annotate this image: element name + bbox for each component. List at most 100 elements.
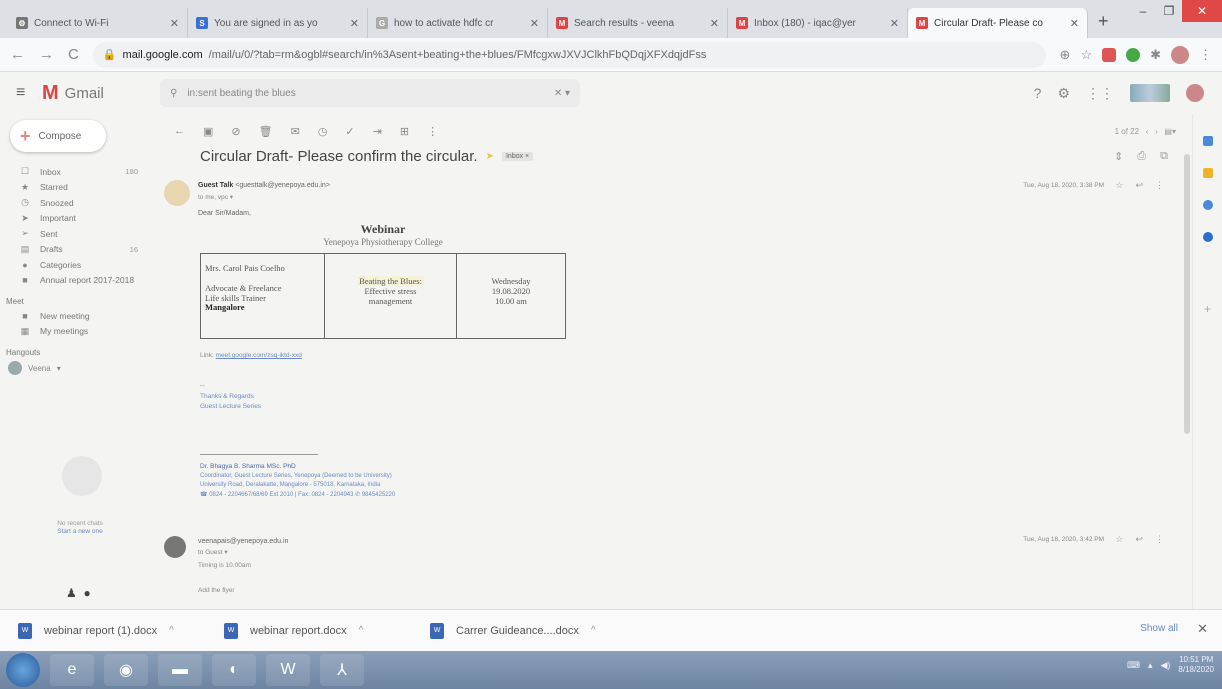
extension-green-icon[interactable] [1126, 47, 1141, 62]
compose-button[interactable]: + Compose [10, 120, 106, 152]
support-icon[interactable]: ? [1034, 85, 1042, 101]
print-icon[interactable]: ⎙ [1137, 150, 1146, 163]
new-tab-button[interactable]: + [1088, 11, 1119, 38]
new-window-icon[interactable]: ⧉ [1160, 150, 1168, 163]
network-icon[interactable]: ▴ [1148, 660, 1153, 671]
close-icon[interactable]: ✕ [890, 17, 899, 30]
person-icon[interactable]: ♟ [66, 586, 77, 600]
clear-search-icon[interactable]: ✕ ▾ [554, 88, 570, 99]
tab-search-results[interactable]: M Search results - veena ✕ [548, 8, 728, 38]
chevron-down-icon[interactable]: ▾ [57, 364, 61, 373]
add-addon-icon[interactable]: + [1193, 302, 1222, 316]
chat-bubble-icon[interactable]: ● [83, 586, 90, 600]
account-avatar[interactable] [1186, 84, 1204, 102]
close-icon[interactable]: ✕ [1070, 17, 1079, 30]
sidebar-item-drafts[interactable]: ▤ Drafts 16 [0, 242, 160, 258]
file-explorer-icon[interactable]: ▬ [158, 654, 202, 686]
expand-all-icon[interactable]: ⇕ [1114, 150, 1123, 163]
minimize-button[interactable]: – [1130, 0, 1156, 22]
sidebar-item-categories[interactable]: ● Categories [0, 257, 160, 273]
search-icon[interactable]: ⚲ [170, 88, 177, 99]
start-button[interactable] [6, 653, 40, 687]
tab-connect-wifi[interactable]: ⚙ Connect to Wi-Fi ✕ [8, 8, 188, 38]
download-item[interactable]: W webinar report.docx ^ [224, 622, 430, 639]
my-meetings-button[interactable]: ▦ My meetings [0, 324, 160, 340]
more-vert-icon[interactable]: ⋮ [1155, 534, 1164, 545]
tab-signed-in[interactable]: S You are signed in as yo ✕ [188, 8, 368, 38]
acrobat-icon[interactable]: ⅄ [320, 654, 364, 686]
important-marker-icon[interactable]: ➤ [486, 151, 494, 162]
more-vert-icon[interactable]: ⋮ [1155, 180, 1164, 191]
settings-gear-icon[interactable]: ⚙ [1057, 85, 1070, 102]
window-close-button[interactable]: ✕ [1182, 0, 1222, 22]
close-downloads-icon[interactable]: ✕ [1197, 621, 1208, 637]
chevron-up-icon[interactable]: ^ [359, 625, 364, 636]
chevron-up-icon[interactable]: ^ [169, 625, 174, 636]
close-icon[interactable]: ✕ [710, 17, 719, 30]
url-input[interactable]: 🔒 mail.google.com/mail/u/0/?tab=rm&ogbl#… [92, 41, 1046, 68]
star-icon[interactable]: ☆ [1115, 180, 1123, 191]
gmail-logo[interactable]: M Gmail [42, 82, 104, 105]
clock[interactable]: 10:51 PM 8/18/2020 [1178, 655, 1214, 676]
puzzle-icon[interactable]: ✱ [1150, 47, 1161, 63]
sidebar-item-snoozed[interactable]: ◷ Snoozed [0, 195, 160, 211]
recipient-line[interactable]: to Guest ▾ [198, 548, 228, 556]
label-icon[interactable]: ⊞ [400, 125, 409, 138]
next-icon[interactable]: › [1155, 127, 1158, 136]
maximize-button[interactable]: ❐ [1156, 0, 1182, 22]
sidebar-item-annual-report[interactable]: ■ Annual report 2017-2018 [0, 273, 160, 289]
delete-icon[interactable]: 🗑 [259, 125, 273, 138]
download-item[interactable]: W Carrer Guideance....docx ^ [430, 622, 636, 639]
meeting-link[interactable]: meet.google.com/zsq-iktd-xxd [216, 352, 302, 359]
menu-kebab-icon[interactable]: ⋮ [1199, 47, 1212, 63]
zoom-icon[interactable]: ⊕ [1060, 47, 1071, 63]
reply-icon[interactable]: ↩ [1135, 534, 1143, 545]
prev-icon[interactable]: ‹ [1146, 127, 1149, 136]
start-new-chat-link[interactable]: Start a new one [40, 528, 120, 536]
word-icon[interactable]: W [266, 654, 310, 686]
sidebar-item-important[interactable]: ➤ Important [0, 211, 160, 227]
keep-icon[interactable] [1202, 168, 1213, 178]
sidebar-item-starred[interactable]: ★ Starred [0, 180, 160, 196]
snooze-icon[interactable]: ◷ [318, 125, 328, 138]
profile-avatar[interactable] [1171, 45, 1189, 64]
search-input[interactable]: ⚲ in:sent beating the blues ✕ ▾ [160, 79, 580, 107]
apps-grid-icon[interactable]: ⋮⋮ [1086, 85, 1114, 102]
tasks-icon[interactable] [1202, 200, 1213, 210]
star-icon[interactable]: ☆ [1115, 534, 1123, 545]
close-icon[interactable]: ✕ [350, 17, 359, 30]
sender-line[interactable]: Guest Talk <guesttalk@yenepoya.edu.in> [198, 182, 330, 189]
move-to-icon[interactable]: ⇥ [373, 125, 382, 138]
close-icon[interactable]: ✕ [530, 17, 539, 30]
chrome-icon[interactable]: ◉ [104, 654, 148, 686]
sidebar-item-sent[interactable]: ➢ Sent [0, 226, 160, 242]
contacts-icon[interactable] [1202, 232, 1213, 242]
back-to-search-icon[interactable]: ← [174, 125, 185, 137]
reload-icon[interactable]: C [68, 46, 79, 63]
archive-icon[interactable]: ▣ [203, 125, 213, 138]
ie-icon[interactable]: e [50, 654, 94, 686]
message-scrollbar[interactable] [1184, 154, 1190, 434]
tab-google-search[interactable]: G how to activate hdfc cr ✕ [368, 8, 548, 38]
main-menu-icon[interactable]: ≡ [16, 84, 30, 102]
calendar-icon[interactable] [1202, 136, 1213, 146]
show-all-downloads-button[interactable]: Show all [1140, 623, 1178, 634]
message-item[interactable]: veenapais@yenepoya.edu.in to Guest ▾ Tue… [164, 532, 1174, 602]
sidebar-item-inbox[interactable]: ☐ Inbox 180 [0, 164, 160, 180]
inbox-label-chip[interactable]: Inbox × [501, 152, 534, 161]
back-icon[interactable]: ← [10, 46, 25, 63]
close-icon[interactable]: ✕ [170, 17, 179, 30]
firefox-icon[interactable]: ◐ [212, 654, 256, 686]
extension-red-icon[interactable] [1102, 47, 1117, 62]
mark-unread-icon[interactable]: ✉ [291, 125, 300, 138]
reply-icon[interactable]: ↩ [1135, 180, 1143, 191]
volume-icon[interactable]: ◀) [1160, 660, 1170, 671]
tab-inbox[interactable]: M Inbox (180) - iqac@yer ✕ [728, 8, 908, 38]
forward-icon[interactable]: → [39, 46, 54, 63]
hangout-user[interactable]: Veena ▾ [0, 361, 160, 375]
chevron-up-icon[interactable]: ^ [591, 625, 596, 636]
keyboard-icon[interactable]: ⌨ [1127, 660, 1140, 671]
star-icon[interactable]: ☆ [1080, 47, 1092, 63]
recipient-line[interactable]: to me, vpc ▾ [198, 193, 233, 201]
add-task-icon[interactable]: ✓ [345, 125, 354, 138]
